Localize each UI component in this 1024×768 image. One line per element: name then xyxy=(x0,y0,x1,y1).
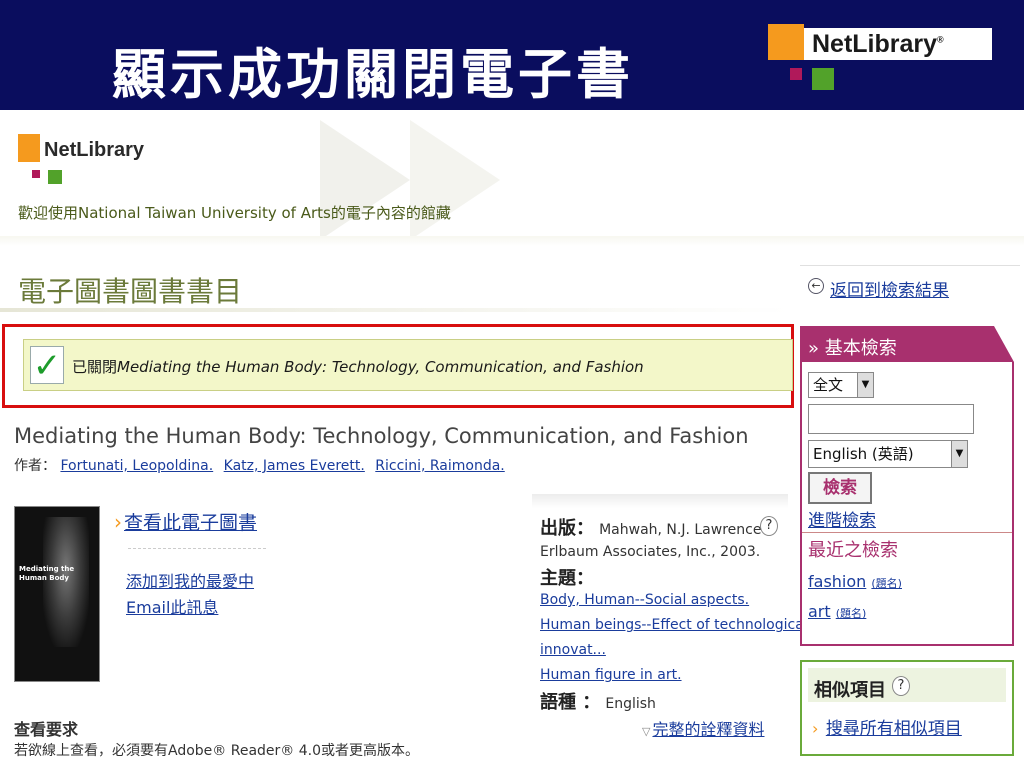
author-link[interactable]: Katz, James Everett. xyxy=(224,458,365,474)
basic-search-header: » 基本檢索 xyxy=(802,328,1012,362)
closed-book-title: Mediating the Human Body: Technology, Co… xyxy=(117,358,644,376)
language-select-value: English (英語) xyxy=(813,445,914,463)
closed-prefix: 已關閉 xyxy=(72,358,118,376)
recent-searches-title: 最近之檢索 xyxy=(808,540,898,561)
divider xyxy=(0,236,1024,246)
recent-search-tag[interactable]: (題名) xyxy=(871,577,902,590)
book-cover[interactable]: Mediating the Human Body xyxy=(14,506,100,682)
email-message-link[interactable]: Email此訊息 xyxy=(126,594,218,618)
publisher-line: 出版： Mahwah, N.J. Lawrence xyxy=(540,514,761,540)
subject-link[interactable]: Body, Human--Social aspects. xyxy=(540,592,749,608)
language-label: 語種 ： xyxy=(540,692,601,713)
publisher-value: Mahwah, N.J. Lawrence xyxy=(599,522,762,538)
logo-orange-square xyxy=(768,24,804,60)
logo-text: NetLibrary® xyxy=(812,30,944,58)
authors-label: 作者： xyxy=(14,458,56,474)
requirements-title: 查看要求 xyxy=(14,720,79,739)
triangle-down-icon: ▽ xyxy=(642,725,651,738)
recent-search-item[interactable]: fashion (題名) xyxy=(808,572,902,591)
advanced-search-link[interactable]: 進階檢索 xyxy=(808,506,876,531)
authors-line: 作者： Fortunati, Leopoldina. Katz, James E… xyxy=(14,455,511,475)
publisher-label: 出版： xyxy=(540,518,594,539)
search-similar-link[interactable]: › 搜尋所有相似項目 xyxy=(812,714,962,739)
subject-link[interactable]: innovat... xyxy=(540,642,606,658)
panel-shade xyxy=(532,494,788,508)
slide-title: 顯示成功關閉電子書 xyxy=(112,42,634,106)
field-select[interactable]: 全文 ▼ xyxy=(808,372,874,398)
netlibrary-logo[interactable]: NetLibrary xyxy=(18,134,218,194)
logo-magenta-square xyxy=(790,68,802,80)
add-favorite-label[interactable]: 添加到我的最愛中 xyxy=(126,572,254,591)
similar-items-title: 相似項目 xyxy=(814,680,886,701)
back-to-results[interactable]: ← 返回到檢索結果 xyxy=(800,265,1020,307)
highlight-frame: ✓ 已關閉Mediating the Human Body: Technolog… xyxy=(2,324,794,408)
requirements-text: 若欲線上查看，必須要有Adobe® Reader® 4.0或者更高版本。 xyxy=(14,743,419,759)
author-link[interactable]: Riccini, Raimonda. xyxy=(375,458,504,474)
help-icon[interactable]: ? xyxy=(760,516,778,536)
logo-magenta-square xyxy=(32,170,40,178)
recent-search-term[interactable]: art xyxy=(808,602,831,621)
chevron-down-icon: ▼ xyxy=(951,441,967,467)
chevron-down-icon: ▼ xyxy=(857,373,873,397)
book-title: Mediating the Human Body: Technology, Co… xyxy=(14,424,749,448)
field-select-value: 全文 xyxy=(813,376,844,394)
netlibrary-logo-header: NetLibrary® xyxy=(768,24,998,94)
author-link[interactable]: Fortunati, Leopoldina. xyxy=(60,458,213,474)
language-select[interactable]: English (英語) ▼ xyxy=(808,440,968,468)
recent-search-term[interactable]: fashion xyxy=(808,572,866,591)
full-record-label[interactable]: 完整的詮釋資料 xyxy=(652,720,764,739)
recent-search-item[interactable]: art (題名) xyxy=(808,602,866,621)
view-ebook-label[interactable]: 查看此電子圖書 xyxy=(124,512,257,534)
back-to-results-link[interactable]: 返回到檢索結果 xyxy=(830,276,949,301)
slide-header: 顯示成功關閉電子書 NetLibrary® xyxy=(0,0,1024,110)
page-title: 電子圖書圖書書目 xyxy=(18,275,243,308)
view-ebook-link[interactable]: › 查看此電子圖書 xyxy=(114,508,257,535)
book-details-panel: 出版： Mahwah, N.J. Lawrence ? Erlbaum Asso… xyxy=(532,494,808,746)
publisher-value-cont: Erlbaum Associates, Inc., 2003. xyxy=(540,544,761,560)
subject-label: 主題： xyxy=(540,568,594,589)
basic-search-panel: » 基本檢索 全文 ▼ English (英語) ▼ 檢索 進階檢索 最近之檢索… xyxy=(800,326,1014,646)
divider xyxy=(0,308,790,312)
language-line: 語種 ： English xyxy=(540,688,656,714)
language-value: English xyxy=(605,696,656,712)
search-similar-label[interactable]: 搜尋所有相似項目 xyxy=(826,719,962,739)
recent-search-tag[interactable]: (題名) xyxy=(836,607,867,620)
similar-items-header: 相似項目 ? xyxy=(808,668,1006,702)
welcome-text: 歡迎使用National Taiwan University of Arts的電… xyxy=(18,204,451,222)
email-message-label[interactable]: Email此訊息 xyxy=(126,598,218,617)
arrow-right-icon: › xyxy=(114,510,122,534)
logo-text: NetLibrary xyxy=(44,139,145,161)
add-favorite-link[interactable]: 添加到我的最愛中 xyxy=(126,568,254,592)
logo-green-square xyxy=(812,68,834,90)
cover-title: Mediating the Human Body xyxy=(19,565,75,582)
search-input[interactable] xyxy=(808,404,974,434)
basic-search-title: » 基本檢索 xyxy=(808,338,897,359)
similar-items-panel: 相似項目 ? › 搜尋所有相似項目 xyxy=(800,660,1014,756)
help-icon[interactable]: ? xyxy=(892,676,910,696)
arrow-right-icon: › xyxy=(812,719,819,738)
subject-link[interactable]: Human beings--Effect of technological xyxy=(540,617,808,633)
closed-message: 已關閉Mediating the Human Body: Technology,… xyxy=(72,356,644,377)
netlibrary-page: NetLibrary 歡迎使用National Taiwan Universit… xyxy=(0,110,1024,768)
back-arrow-icon: ← xyxy=(808,278,824,294)
divider xyxy=(128,548,266,549)
divider xyxy=(802,532,1012,533)
full-record-link[interactable]: ▽ 完整的詮釋資料 xyxy=(642,716,764,740)
header-corner-cut xyxy=(994,326,1014,362)
checkmark-icon: ✓ xyxy=(30,346,64,385)
search-button[interactable]: 檢索 xyxy=(808,472,872,504)
logo-green-square xyxy=(48,170,62,184)
logo-orange-square xyxy=(18,134,40,162)
success-notice: ✓ 已關閉Mediating the Human Body: Technolog… xyxy=(23,339,793,391)
subject-link[interactable]: Human figure in art. xyxy=(540,667,682,683)
